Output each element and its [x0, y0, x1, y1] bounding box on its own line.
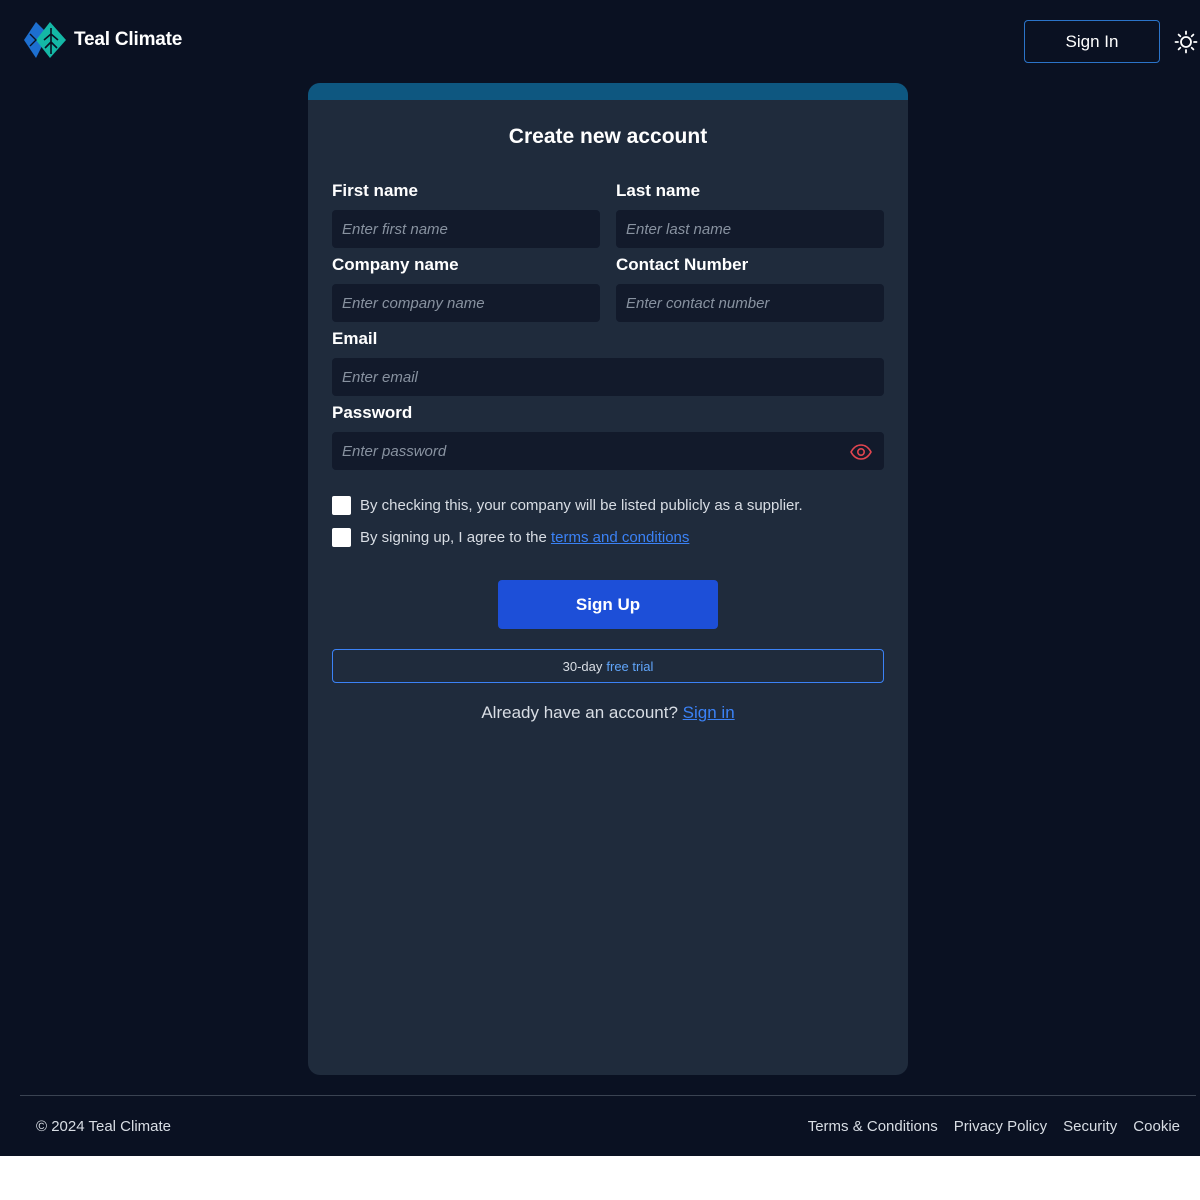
supplier-checkbox[interactable] [332, 496, 351, 515]
trial-prefix: 30-day [562, 658, 603, 674]
company-name-group: Company name [332, 255, 600, 322]
email-label: Email [332, 329, 378, 348]
already-have-account: Already have an account? Sign in [308, 703, 908, 723]
copyright: © 2024 Teal Climate [36, 1117, 172, 1135]
contact-number-input[interactable] [616, 284, 884, 322]
company-name-label: Company name [332, 255, 459, 274]
terms-checkbox-label: By signing up, I agree to the terms and … [360, 529, 689, 546]
company-name-input[interactable] [332, 284, 600, 322]
app-root: Teal Climate Sign In Create new account … [0, 0, 1200, 1156]
password-label: Password [332, 403, 413, 422]
eye-icon[interactable] [850, 444, 872, 460]
password-group: Password [332, 403, 884, 470]
footer-links: Terms & Conditions Privacy Policy Securi… [808, 1118, 1180, 1135]
terms-link[interactable]: terms and conditions [551, 529, 689, 546]
footer-link-privacy[interactable]: Privacy Policy [954, 1118, 1047, 1135]
supplier-checkbox-label: By checking this, your company will be l… [360, 497, 803, 514]
first-name-input[interactable] [332, 210, 600, 248]
leaf-diamond-icon [24, 22, 66, 58]
first-name-group: First name [332, 181, 600, 248]
terms-checkbox-row[interactable]: By signing up, I agree to the terms and … [332, 528, 689, 547]
password-input[interactable] [332, 432, 884, 470]
signup-card: Create new account First name Last name … [308, 83, 908, 1075]
header-sign-in-button[interactable]: Sign In [1024, 20, 1160, 63]
supplier-checkbox-row[interactable]: By checking this, your company will be l… [332, 496, 803, 515]
first-name-label: First name [332, 181, 418, 200]
footer-link-terms[interactable]: Terms & Conditions [808, 1118, 938, 1135]
contact-number-group: Contact Number [616, 255, 884, 322]
brand-name: Teal Climate [74, 29, 183, 50]
footer-link-cookie[interactable]: Cookie [1133, 1118, 1180, 1135]
email-group: Email [332, 329, 884, 396]
sign-up-button[interactable]: Sign Up [498, 580, 718, 629]
terms-checkbox[interactable] [332, 528, 351, 547]
sun-icon[interactable] [1174, 30, 1198, 54]
sign-in-link[interactable]: Sign in [683, 703, 735, 722]
footer-link-security[interactable]: Security [1063, 1118, 1117, 1135]
brand-logo[interactable]: Teal Climate [22, 20, 182, 60]
already-text: Already have an account? [481, 703, 678, 722]
email-input[interactable] [332, 358, 884, 396]
last-name-label: Last name [616, 181, 701, 200]
contact-number-label: Contact Number [616, 255, 749, 274]
trial-accent: free trial [606, 658, 654, 674]
footer: © 2024 Teal Climate Terms & Conditions P… [20, 1095, 1196, 1156]
free-trial-banner[interactable]: 30-day free trial [332, 649, 884, 683]
card-top-accent [308, 83, 908, 100]
last-name-group: Last name [616, 181, 884, 248]
terms-label-prefix: By signing up, I agree to the [360, 529, 547, 546]
page-title: Create new account [508, 125, 708, 148]
last-name-input[interactable] [616, 210, 884, 248]
